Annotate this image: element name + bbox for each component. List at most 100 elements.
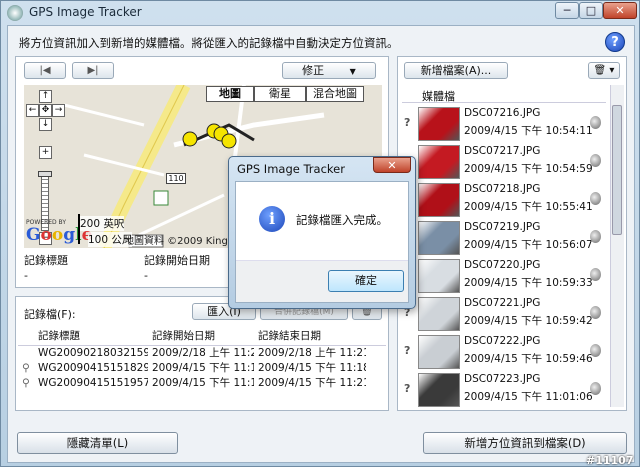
chevron-down-icon: ▼: [349, 67, 356, 76]
media-date: 2009/4/15 下午 10:54:11: [464, 125, 593, 137]
dialog-title: GPS Image Tracker: [237, 162, 345, 176]
add-location-button[interactable]: 新增方位資訊到檔案(D): [423, 432, 627, 454]
media-date: 2009/4/15 下午 10:55:41: [464, 201, 593, 213]
list-item[interactable]: ? DSC07216.JPG 2009/4/15 下午 10:54:11: [402, 104, 608, 142]
locate-icon[interactable]: [590, 382, 601, 395]
media-date: 2009/4/15 下午 11:01:06: [464, 391, 593, 403]
log-start: 2009/4/15 下午 11:18...: [152, 362, 254, 374]
previous-button[interactable]: |◀: [24, 62, 66, 79]
column-header-title[interactable]: 記錄標題: [38, 329, 148, 344]
location-marker: [182, 131, 198, 147]
zoom-slider-thumb[interactable]: [38, 171, 52, 177]
dialog-close-button[interactable]: ✕: [373, 157, 411, 173]
list-item[interactable]: ? DSC07219.JPG 2009/4/15 下午 10:56:07: [402, 218, 608, 256]
locate-icon[interactable]: [590, 230, 601, 243]
locate-icon[interactable]: [590, 268, 601, 281]
dialog-body: i 記錄檔匯入完成。 確定: [235, 181, 409, 303]
locate-icon[interactable]: [590, 154, 601, 167]
title-bar[interactable]: GPS Image Tracker ─ □ ✕: [1, 1, 640, 25]
media-filename: DSC07219.JPG: [464, 221, 541, 233]
media-filename: DSC07221.JPG: [464, 297, 541, 309]
log-end: 2009/2/18 上午 11:21...: [258, 347, 366, 359]
media-column-header[interactable]: 媒體檔: [422, 88, 455, 104]
pan-center-icon[interactable]: ✥: [39, 104, 52, 117]
media-list-header: 媒體檔: [402, 85, 606, 103]
table-row[interactable]: WG20090218032159 2009/2/18 上午 11:21... 2…: [18, 346, 386, 361]
media-filename: DSC07216.JPG: [464, 107, 541, 119]
photo-thumbnail: [418, 335, 460, 369]
log-label: 記錄檔(F):: [24, 308, 76, 321]
minimize-button[interactable]: ─: [555, 2, 579, 19]
media-date: 2009/4/15 下午 10:59:46: [464, 353, 593, 365]
log-table[interactable]: 記錄標題 記錄開始日期 記錄結束日期 WG20090218032159 2009…: [18, 329, 386, 391]
locate-icon[interactable]: [590, 116, 601, 129]
add-files-button[interactable]: 新增檔案(A)...: [404, 62, 508, 79]
close-button[interactable]: ✕: [603, 2, 637, 19]
log-title: WG20090218032159: [38, 347, 148, 359]
locate-icon[interactable]: [590, 306, 601, 319]
correct-label: 修正: [302, 64, 325, 77]
photo-thumbnail: [418, 107, 460, 141]
log-panel: 記錄檔(F): 匯入(I) 合併記錄檔(M) 🗑 記錄標題 記錄開始日期 記錄結…: [15, 296, 389, 411]
photo-thumbnail: [418, 373, 460, 407]
photo-thumbnail: [418, 145, 460, 179]
pan-right-icon[interactable]: →: [52, 104, 65, 117]
list-item[interactable]: ? DSC07222.JPG 2009/4/15 下午 10:59:46: [402, 332, 608, 370]
locate-icon[interactable]: [590, 344, 601, 357]
media-date: 2009/4/15 下午 10:54:59: [464, 163, 593, 175]
table-row[interactable]: ⚲ WG20090415151957 2009/4/15 下午 11:19...…: [18, 376, 386, 391]
media-filename: DSC07222.JPG: [464, 335, 541, 347]
list-item[interactable]: ? DSC07218.JPG 2009/4/15 下午 10:55:41: [402, 180, 608, 218]
map-type-satellite[interactable]: 衛星: [254, 86, 306, 102]
media-filename: DSC07218.JPG: [464, 183, 541, 195]
log-end: 2009/4/15 下午 11:21...: [258, 377, 366, 389]
list-item[interactable]: ? DSC07223.JPG 2009/4/15 下午 11:01:06: [402, 370, 608, 408]
zoom-in-icon[interactable]: +: [39, 146, 52, 159]
list-item[interactable]: ? DSC07220.JPG 2009/4/15 下午 10:59:33: [402, 256, 608, 294]
window-title: GPS Image Tracker: [29, 5, 142, 19]
info-value-title: -: [24, 269, 28, 282]
media-date: 2009/4/15 下午 10:59:33: [464, 277, 593, 289]
dialog-footer: 確定: [236, 260, 408, 302]
log-title: WG20090415151829: [38, 362, 148, 374]
photo-thumbnail: [418, 259, 460, 293]
correct-dropdown-button[interactable]: 修正 ▼: [282, 62, 376, 79]
column-header-end[interactable]: 記錄結束日期: [258, 329, 366, 344]
log-table-header: 記錄標題 記錄開始日期 記錄結束日期: [18, 329, 386, 346]
pan-up-icon[interactable]: ↑: [39, 90, 52, 103]
media-date: 2009/4/15 下午 10:59:42: [464, 315, 593, 327]
photo-thumbnail: [418, 297, 460, 331]
trash-icon[interactable]: 🗑 ▾: [588, 62, 620, 79]
help-icon[interactable]: ?: [605, 32, 625, 52]
photo-thumbnail: [418, 183, 460, 217]
scale-top-label: 200 英呎: [80, 216, 125, 231]
hide-list-button[interactable]: 隱藏清單(L): [17, 432, 178, 454]
log-end: 2009/4/15 下午 11:18...: [258, 362, 366, 374]
map-type-map[interactable]: 地圖: [206, 86, 254, 102]
ok-button[interactable]: 確定: [328, 270, 404, 292]
info-value-start: -: [144, 269, 148, 282]
column-header-start[interactable]: 記錄開始日期: [152, 329, 254, 344]
maximize-button[interactable]: □: [579, 2, 603, 19]
road-number: 110: [166, 173, 186, 184]
watermark: #11107: [586, 454, 634, 467]
pan-left-icon[interactable]: ←: [26, 104, 39, 117]
info-header-start: 記錄開始日期: [144, 254, 210, 267]
locate-icon[interactable]: [590, 192, 601, 205]
log-start: 2009/2/18 上午 11:21...: [152, 347, 254, 359]
scrollbar-thumb[interactable]: [612, 105, 622, 235]
table-row[interactable]: ⚲ WG20090415151829 2009/4/15 下午 11:18...…: [18, 361, 386, 376]
next-button[interactable]: ▶|: [72, 62, 114, 79]
info-header-title: 記錄標題: [24, 254, 68, 267]
media-list[interactable]: ? DSC07216.JPG 2009/4/15 下午 10:54:11 ? D…: [402, 104, 608, 408]
unknown-location-icon: ?: [404, 344, 411, 357]
list-item[interactable]: ? DSC07217.JPG 2009/4/15 下午 10:54:59: [402, 142, 608, 180]
import-complete-dialog: GPS Image Tracker ✕ i 記錄檔匯入完成。 確定: [228, 156, 416, 309]
pan-down-icon[interactable]: ↓: [39, 118, 52, 131]
map-type-hybrid[interactable]: 混合地圖: [306, 86, 364, 102]
media-filename: DSC07223.JPG: [464, 373, 541, 385]
media-filename: DSC07220.JPG: [464, 259, 541, 271]
media-panel: 新增檔案(A)... 🗑 ▾ 媒體檔 ? DSC07216.JPG 2009/4…: [397, 56, 627, 411]
list-item[interactable]: ? DSC07221.JPG 2009/4/15 下午 10:59:42: [402, 294, 608, 332]
media-filename: DSC07217.JPG: [464, 145, 541, 157]
